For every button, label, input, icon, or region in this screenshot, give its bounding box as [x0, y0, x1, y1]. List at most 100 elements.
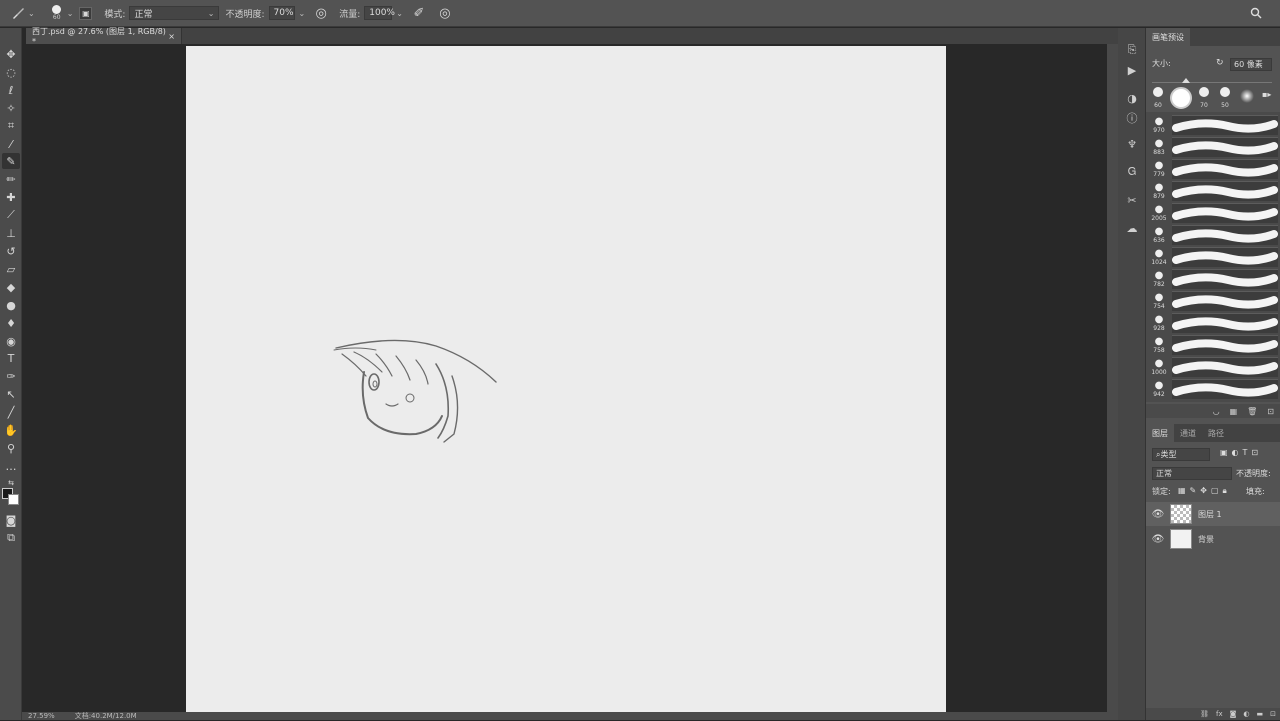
fx-icon[interactable]: fx	[1216, 710, 1223, 718]
brush-icon[interactable]: ✎	[2, 153, 20, 169]
chevron-down-icon[interactable]: ⌄	[396, 9, 403, 18]
preset-tip-soft[interactable]	[1240, 89, 1254, 103]
reset-icon[interactable]: ↻	[1216, 58, 1224, 68]
eyedropper-icon[interactable]: ⁄	[2, 136, 20, 152]
brush-preset-row[interactable]: ● 782	[1148, 268, 1278, 290]
tab-channels[interactable]: 通道	[1174, 424, 1202, 442]
link-icon[interactable]: ⛓︎	[1200, 710, 1209, 718]
toggle-preview-icon[interactable]: ◡	[1213, 407, 1220, 416]
grid-icon[interactable]: ▦	[1230, 407, 1238, 416]
brush-preset-row[interactable]: ● 636	[1148, 224, 1278, 246]
line-icon[interactable]: ╱	[2, 404, 20, 420]
mixer-brush-icon[interactable]: ⟋	[2, 207, 20, 223]
info-icon[interactable]: ⓘ	[1124, 110, 1140, 126]
history-icon[interactable]: ⎘	[1124, 42, 1140, 58]
sponge-icon[interactable]: ◉	[2, 333, 20, 349]
type-icon[interactable]: T	[2, 350, 20, 366]
brush-size-slider[interactable]	[1152, 82, 1272, 83]
actions-play-icon[interactable]: ▶	[1124, 62, 1140, 78]
tab-layers[interactable]: 图层	[1146, 424, 1174, 442]
eraser-icon[interactable]: ▱	[2, 261, 20, 277]
delete-icon[interactable]: 🗑︎	[1247, 407, 1257, 416]
adjustment-layer-icon[interactable]: ◐	[1243, 710, 1249, 718]
brush-preset-row[interactable]: ● 758	[1148, 334, 1278, 356]
screen-mode-icon[interactable]: ⧉	[2, 530, 20, 546]
pressure-size-icon[interactable]: ◎	[437, 5, 453, 21]
document-tab[interactable]: 西丁.psd @ 27.6% (图层 1, RGB/8) * ×	[26, 27, 182, 46]
quick-mask-icon[interactable]: ◙	[2, 512, 20, 528]
libraries-icon[interactable]: ☁	[1124, 220, 1140, 236]
brush-preset-row[interactable]: ● 2005	[1148, 202, 1278, 224]
layer-row[interactable]: 👁︎ 图层 1	[1146, 502, 1280, 526]
more-tools-icon[interactable]: …	[2, 458, 20, 474]
history-brush-icon[interactable]: ↺	[2, 243, 20, 259]
mode-select[interactable]: 正常 ⌄	[129, 6, 220, 20]
healing-icon[interactable]: ✚	[2, 189, 20, 205]
document-canvas[interactable]	[186, 46, 946, 712]
brush-preset-row[interactable]: ● 928	[1148, 312, 1278, 334]
lasso-icon[interactable]: ℓ	[2, 82, 20, 98]
hand-icon[interactable]: ✋	[2, 422, 20, 438]
blend-mode-select[interactable]: 正常	[1152, 467, 1232, 480]
chevron-down-icon[interactable]: ⌄	[299, 9, 306, 18]
crop-icon[interactable]: ⌗	[2, 118, 20, 134]
close-icon[interactable]: ×	[168, 32, 175, 41]
folder-icon[interactable]: ▬	[1257, 710, 1264, 718]
paint-bucket-icon[interactable]: ◆	[2, 279, 20, 295]
stamp-icon[interactable]: ⊥	[2, 225, 20, 241]
brush-size-preview[interactable]: 60	[49, 5, 65, 21]
lock-icons[interactable]: ▦✎✥▢🔒︎	[1178, 486, 1231, 496]
airbrush-icon[interactable]: ✐	[411, 5, 427, 21]
preset-tip-selected[interactable]	[1170, 87, 1192, 109]
brush-preset-row[interactable]: ● 970	[1148, 114, 1278, 136]
brush-preset-row[interactable]: ● 1024	[1148, 246, 1278, 268]
brush-panel-toggle-icon[interactable]: ▣	[79, 6, 93, 20]
path-select-icon[interactable]: ↖	[2, 386, 20, 402]
vertical-scrollbar[interactable]	[1107, 44, 1118, 712]
preset-tip[interactable]: 50	[1218, 87, 1232, 110]
tab-brush-presets[interactable]: 画笔预设	[1146, 28, 1190, 46]
eye-icon[interactable]: 👁︎	[1146, 509, 1170, 520]
pencil-icon[interactable]: ✏	[2, 171, 20, 187]
move-icon[interactable]: ✥	[2, 46, 20, 62]
chevron-down-icon[interactable]: ⌄	[67, 9, 74, 18]
eye-icon[interactable]: 👁︎	[1146, 534, 1170, 545]
magic-wand-icon[interactable]: ✧	[2, 100, 20, 116]
dodge-icon[interactable]: ♦	[2, 315, 20, 331]
brush-preset-row[interactable]: ● 754	[1148, 290, 1278, 312]
tool-presets-icon[interactable]: ✂	[1124, 192, 1140, 208]
adjustments-icon[interactable]: ◑	[1124, 90, 1140, 106]
mask-icon[interactable]: ◙	[1230, 710, 1237, 718]
zoom-level[interactable]: 27.59%	[28, 712, 55, 720]
brush-list[interactable]: ● 970 ● 883 ● 779 ● 879 ● 2005 ● 636 ● 1024 ● 782 ● 754 ● 9…	[1146, 112, 1280, 402]
brush-preset-row[interactable]: ● 879	[1148, 180, 1278, 202]
tab-paths[interactable]: 路径	[1202, 424, 1230, 442]
layer-row[interactable]: 👁︎ 背景	[1146, 527, 1280, 551]
chevron-down-icon[interactable]: ⌄	[28, 9, 35, 18]
brush-preset-row[interactable]: ● 1000	[1148, 356, 1278, 378]
marquee-icon[interactable]: ◌	[2, 64, 20, 80]
brush-preset-row[interactable]: ● 779	[1148, 158, 1278, 180]
brush-preset-row[interactable]: ● 883	[1148, 136, 1278, 158]
preset-tip[interactable]: 70	[1197, 87, 1211, 110]
preset-tip[interactable]: 60	[1151, 87, 1165, 110]
brush-size-input[interactable]: 60 像素	[1230, 58, 1272, 71]
brush-settings-icon[interactable]: ♆	[1124, 136, 1140, 152]
new-preset-icon[interactable]: ⊡	[1267, 407, 1274, 416]
pen-icon[interactable]: ✑	[2, 368, 20, 384]
layer-filter-select[interactable]: ⌕ 类型	[1152, 448, 1210, 461]
pressure-opacity-icon[interactable]: ◎	[313, 5, 329, 21]
search-icon[interactable]	[1248, 5, 1264, 21]
brush-tool-icon[interactable]	[10, 5, 26, 21]
brush-preset-row[interactable]: ● 942	[1148, 378, 1278, 400]
flow-input[interactable]: 100%	[364, 6, 395, 20]
character-icon[interactable]: Ꮐ	[1124, 164, 1140, 180]
panel-menu-icon[interactable]: ▪▸	[1262, 90, 1271, 99]
zoom-icon[interactable]: ⚲	[2, 440, 20, 456]
blur-icon[interactable]: ●	[2, 297, 20, 313]
new-layer-icon[interactable]: ⊡	[1270, 710, 1276, 718]
layer-filter-icons[interactable]: ▣◐T⊡	[1220, 448, 1262, 457]
background-color[interactable]	[8, 494, 19, 505]
slider-thumb[interactable]	[1182, 78, 1190, 83]
opacity-input[interactable]: 70%	[268, 6, 295, 20]
